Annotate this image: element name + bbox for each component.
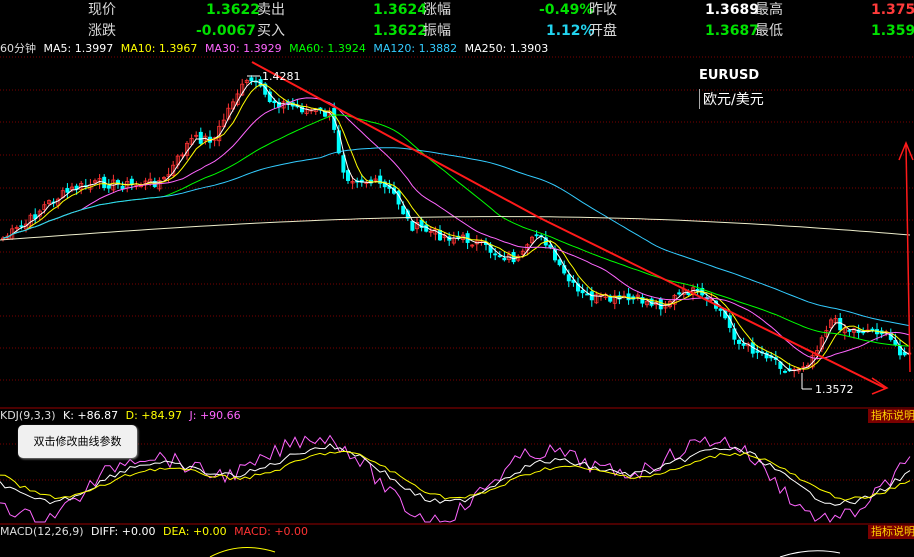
macd-dea-line: [209, 547, 276, 557]
candle-body: [120, 185, 125, 190]
candle-body: [272, 100, 277, 104]
quote-label: 振幅: [423, 23, 451, 39]
quote-value: 1.3622: [373, 23, 428, 39]
macd-help-button[interactable]: 指标说明: [868, 525, 914, 539]
symbol-name: 欧元/美元: [699, 89, 764, 109]
macd-title: MACD(12,26,9): [0, 525, 84, 538]
candle-body: [677, 292, 682, 295]
candle-body: [737, 340, 742, 344]
ma5-value: MA5: 1.3997: [43, 42, 114, 55]
high-annotation: 1.4281: [262, 70, 301, 83]
quote-label: 涨幅: [423, 2, 451, 18]
kdj-help-button[interactable]: 指标说明: [868, 409, 914, 423]
candle-body: [437, 229, 442, 241]
kdj-legend: KDJ(9,3,3) K: +86.87 D: +84.97 J: +90.66: [0, 409, 914, 423]
candle-body: [870, 328, 875, 331]
quote-label: 昨收: [589, 2, 617, 18]
candle-body: [718, 308, 723, 311]
quote-label: 最低: [755, 23, 783, 39]
candle-body: [580, 290, 585, 294]
candle-body: [65, 188, 70, 193]
candle-body: [741, 343, 746, 346]
candle-body: [106, 185, 111, 189]
ma30-value: MA30: 1.3929: [204, 42, 282, 55]
quote-label: 现价: [88, 2, 116, 18]
candle-body: [129, 178, 134, 185]
macd-diff-line: [779, 550, 841, 557]
quote-label: 开盘: [589, 23, 617, 39]
candle-body: [401, 205, 406, 215]
kdj-k-value: K: +86.87: [63, 409, 119, 422]
quote-label: 卖出: [257, 2, 285, 18]
candle-body: [534, 234, 539, 237]
quote-value: -0.49%: [539, 2, 594, 18]
ma10-line: [2, 84, 910, 370]
kdj-j-value: J: +90.66: [189, 409, 241, 422]
candle-body: [847, 330, 852, 332]
quote-value: 1.3750: [871, 2, 914, 18]
macd-legend: MACD(12,26,9) DIFF: +0.00 DEA: +0.00 MAC…: [0, 525, 914, 539]
quote-value: 1.3624: [373, 2, 428, 18]
candle-body: [19, 225, 24, 228]
candle-body: [341, 155, 346, 173]
trend-line: [905, 144, 911, 373]
candle-body: [410, 220, 415, 231]
quote-label: 涨跌: [88, 23, 116, 39]
candle-body: [838, 318, 843, 331]
candle-body: [557, 259, 562, 266]
ma10-value: MA10: 1.3967: [120, 42, 198, 55]
quote-label: 买入: [257, 23, 285, 39]
ma-legend: 60分钟 MA5: 1.3997 MA10: 1.3967 MA30: 1.39…: [0, 41, 914, 57]
candle-body: [249, 77, 254, 82]
ma250-value: MA250: 1.3903: [464, 42, 549, 55]
quote-value: 1.3689: [705, 2, 760, 18]
quote-value: 1.12%: [546, 23, 595, 39]
candle-body: [658, 299, 663, 310]
macd-diff-value: DIFF: +0.00: [91, 525, 156, 538]
candle-body: [493, 253, 498, 256]
candle-body: [566, 274, 571, 282]
candle-body: [783, 370, 788, 373]
symbol-code: EURUSD: [699, 68, 760, 83]
candle-body: [626, 293, 631, 301]
quote-value: 1.3687: [705, 23, 760, 39]
quote-panel: 现价 1.3622 卖出 1.3624 涨幅 -0.49% 昨收 1.3689 …: [0, 0, 914, 42]
candle-body: [198, 131, 203, 144]
macd-value: MACD: +0.00: [234, 525, 309, 538]
candle-body: [585, 293, 590, 296]
trend-line: [251, 61, 541, 219]
quote-value: 1.3622: [206, 2, 261, 18]
tooltip: 双击修改曲线参数: [18, 425, 137, 458]
ma5-line: [2, 80, 910, 372]
kdj-d-value: D: +84.97: [125, 409, 183, 422]
chart-canvas[interactable]: 1.4281 1.3572: [0, 0, 914, 557]
macd-dea-value: DEA: +0.00: [162, 525, 227, 538]
quote-label: 最高: [755, 2, 783, 18]
ma120-value: MA120: 1.3882: [373, 42, 458, 55]
kdj-d-line: [0, 450, 911, 501]
candle-body: [345, 170, 350, 181]
symbol-label: EURUSD 欧元/美元: [699, 68, 764, 109]
low-annotation: 1.3572: [815, 383, 854, 396]
quote-value: -0.0067: [196, 23, 256, 39]
candle-body: [497, 255, 502, 258]
ma60-value: MA60: 1.3924: [289, 42, 366, 55]
kdj-title: KDJ(9,3,3): [0, 409, 56, 422]
period-label: 60分钟: [0, 42, 36, 55]
candle-body: [502, 257, 507, 261]
quote-value: 1.3597: [871, 23, 914, 39]
ma30-line: [2, 97, 910, 360]
